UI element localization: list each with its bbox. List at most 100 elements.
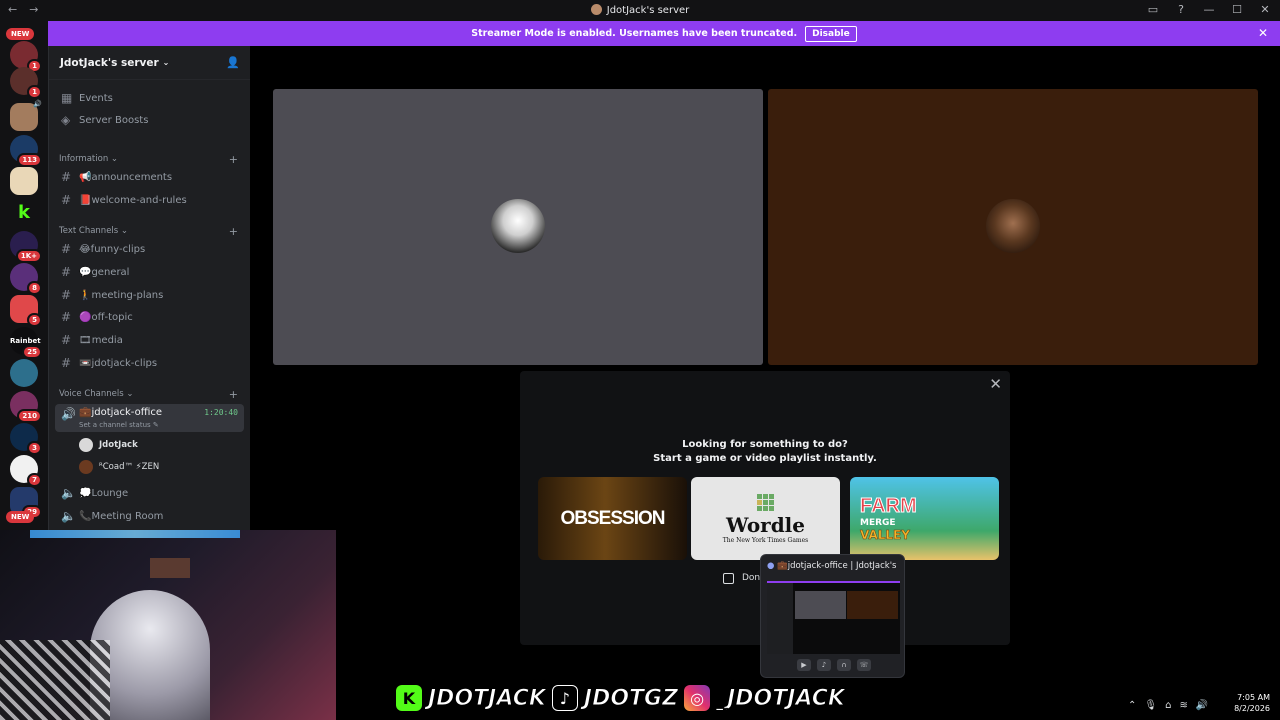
activity-card-farm-merge-valley[interactable]: FARM MERGE VALLEY	[850, 477, 999, 560]
channel-welcome-and-rules[interactable]: # 📕welcome-and-rules	[55, 189, 244, 211]
activity-card-title: VALLEY	[860, 528, 910, 543]
network-icon[interactable]: ⌂	[1165, 700, 1171, 711]
category-text-channels[interactable]: Text Channels ⌄ +	[59, 224, 240, 238]
volume-icon[interactable]: 🔊	[1196, 700, 1208, 711]
activity-prompt-subtitle: Start a game or video playlist instantly…	[653, 453, 877, 464]
maximize-icon[interactable]: ☐	[1230, 3, 1244, 16]
hash-icon: #	[61, 356, 72, 370]
guild-icon[interactable]	[10, 359, 38, 387]
sidebar-item-server-boosts[interactable]: ◈ Server Boosts	[55, 109, 244, 131]
voice-user-jdotjack[interactable]: JdotJack	[79, 436, 138, 454]
camera-icon[interactable]: ▶	[797, 659, 811, 671]
channel-label: 📼jdotjack-clips	[79, 357, 158, 369]
guild-icon[interactable]: 210	[10, 391, 42, 423]
guild-icon[interactable]: 113	[10, 135, 42, 167]
channel-label: 💬general	[79, 266, 130, 278]
dont-show-checkbox[interactable]	[723, 573, 734, 584]
sidebar-item-label: Server Boosts	[79, 114, 149, 126]
channel-status-link[interactable]: Set a channel status ✎	[79, 421, 159, 429]
chevron-up-icon[interactable]: ⌃	[1128, 700, 1136, 711]
invite-icon[interactable]: 👤	[226, 56, 240, 69]
wifi-icon[interactable]: ≋	[1179, 700, 1187, 711]
patterned-blanket	[0, 640, 110, 720]
channel-announcements[interactable]: # 📢announcements	[55, 166, 244, 188]
guild-badge: 3	[27, 441, 42, 455]
instagram-icon: ◎	[684, 685, 711, 711]
guild-icon[interactable]: 🔊	[10, 100, 42, 131]
voice-user-coad[interactable]: ᴿCoad™ ⚡ZEN	[79, 458, 159, 476]
add-channel-icon[interactable]: +	[229, 225, 238, 238]
channel-off-topic[interactable]: # 🟣off-topic	[55, 306, 244, 328]
banner-close-icon[interactable]: ✕	[1258, 26, 1268, 40]
inbox-icon[interactable]: ▭	[1146, 3, 1160, 16]
channel-media[interactable]: # 🎞media	[55, 329, 244, 351]
hash-icon: #	[61, 242, 72, 256]
tiktok-handle: JDOTGZ	[583, 685, 679, 711]
channel-meeting-plans[interactable]: # 🚶meeting-plans	[55, 284, 244, 306]
guild-icon[interactable]	[10, 167, 38, 195]
guild-icon[interactable]: 8	[10, 263, 42, 295]
kick-icon: K	[396, 685, 422, 711]
close-window-icon[interactable]: ✕	[1258, 3, 1272, 16]
discord-icon: ●	[767, 561, 775, 571]
sidebar-item-events[interactable]: ▦ Events	[55, 87, 244, 109]
calendar-icon: ▦	[61, 91, 73, 105]
taskbar-window-preview[interactable]: ● 💼jdotjack-office | JdotJack's server ▶…	[760, 554, 905, 678]
minimize-icon[interactable]: —	[1202, 3, 1216, 16]
participant-tile-jdotjack[interactable]	[273, 89, 763, 365]
guild-icon[interactable]: 7	[10, 455, 42, 487]
voice-channel-meeting-room[interactable]: 🔈 📞Meeting Room	[55, 505, 244, 527]
boost-icon: ◈	[61, 113, 71, 127]
hash-icon: #	[61, 170, 72, 184]
category-voice-channels[interactable]: Voice Channels ⌄ +	[59, 387, 240, 401]
channel-label: 😂funny-clips	[79, 243, 146, 255]
wordle-grid-icon	[757, 493, 774, 511]
channel-general[interactable]: # 💬general	[55, 261, 244, 283]
guild-badge: 113	[17, 153, 42, 167]
add-channel-icon[interactable]: +	[229, 388, 238, 401]
chevron-down-icon: ⌄	[162, 58, 170, 67]
preview-title-text: 💼jdotjack-office | JdotJack's server	[777, 561, 898, 571]
microphone-tray-icon[interactable]: 🎙	[1144, 700, 1157, 711]
guild-icon[interactable]: 5	[10, 295, 42, 327]
disable-button[interactable]: Disable	[805, 25, 857, 42]
activity-card-title: MERGE	[860, 518, 896, 528]
help-icon[interactable]: ?	[1174, 3, 1188, 16]
instagram-handle: _JDOTJACK	[716, 685, 846, 711]
voice-channel-jdotjack-office[interactable]: 🔊 💼jdotjack-office 1:20:40 Set a channel…	[55, 404, 244, 432]
category-label: Information	[59, 154, 109, 164]
guild-icon[interactable]: 3	[10, 423, 42, 455]
server-name: JdotJack's server	[60, 56, 159, 69]
server-header[interactable]: JdotJack's server ⌄ 👤	[49, 46, 250, 80]
clock-time: 7:05 AM	[1237, 693, 1270, 702]
channel-jdotjack-clips[interactable]: # 📼jdotjack-clips	[55, 352, 244, 374]
led-strip	[30, 530, 240, 538]
wall-shelf	[150, 558, 190, 578]
voice-channel-lounge[interactable]: 🔈 💭Lounge	[55, 482, 244, 504]
sidebar-item-label: Events	[79, 92, 113, 104]
guild-icon[interactable]: 1	[10, 41, 42, 73]
guild-icon[interactable]: 1K+	[10, 231, 42, 263]
category-information[interactable]: Information ⌄ +	[59, 152, 240, 166]
headphones-icon[interactable]: ∩	[837, 659, 851, 671]
activity-card-obsession[interactable]: OBSESSION	[538, 477, 687, 560]
system-clock[interactable]: 7:05 AM 8/2/2026	[1234, 692, 1270, 714]
guild-icon[interactable]: 1	[10, 67, 42, 99]
participant-tile-coad[interactable]	[768, 89, 1258, 365]
social-handles-overlay: K JDOTJACK ♪ JDOTGZ ◎ _JDOTJACK	[396, 680, 888, 716]
avatar	[79, 460, 93, 474]
tiktok-icon: ♪	[551, 685, 578, 711]
add-channel-icon[interactable]: +	[229, 153, 238, 166]
preview-controls: ▶ ♪ ∩ ☏	[797, 659, 871, 671]
preview-thumbnail[interactable]	[767, 581, 900, 654]
hash-icon: #	[61, 310, 72, 324]
disconnect-icon[interactable]: ☏	[857, 659, 871, 671]
new-pill-top[interactable]: NEW	[6, 28, 35, 40]
channel-funny-clips[interactable]: # 😂funny-clips	[55, 238, 244, 260]
activity-card-wordle[interactable]: Wordle The New York Times Games	[691, 477, 840, 560]
kick-guild-icon[interactable]: k	[10, 199, 38, 227]
new-pill-bottom[interactable]: NEW	[6, 511, 35, 523]
close-icon[interactable]: ✕	[989, 375, 1002, 393]
rainbet-guild-icon[interactable]: Rainbet 25	[10, 327, 42, 359]
microphone-icon[interactable]: ♪	[817, 659, 831, 671]
